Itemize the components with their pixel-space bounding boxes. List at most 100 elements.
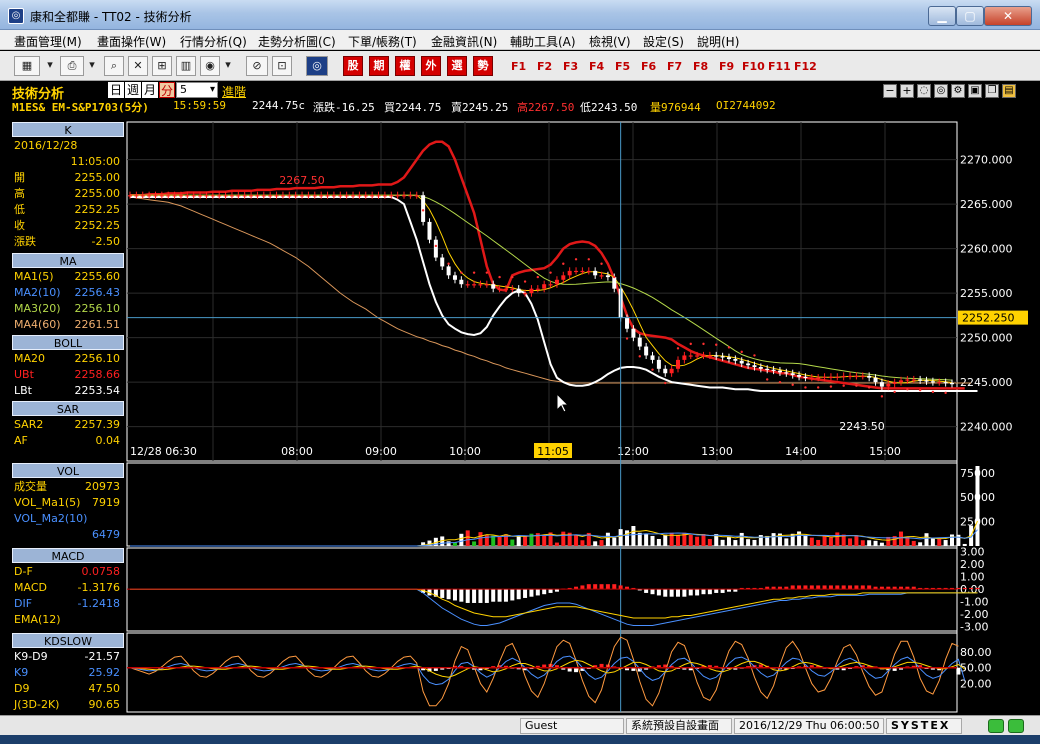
macd-tick-label: -2.00 [960,608,988,621]
macd-hist-bar [797,585,802,590]
candle-body [261,195,266,197]
sar-dot [460,271,463,274]
candle-body [586,270,591,273]
candle-body [357,195,362,197]
candle-body [580,270,585,273]
candle-body [312,195,317,197]
sar-dot [766,378,769,381]
pane-frame [126,632,958,713]
sar-dot [753,354,756,357]
candle-body [147,195,152,197]
candle-body [746,363,751,366]
time-tick-label: 14:00 [785,445,817,458]
sar-dot [536,275,540,279]
macd-hist-bar [848,585,853,590]
status-datetime: 2016/12/29 Thu 06:00:50 [734,718,884,734]
candle-body [644,346,649,356]
volume-bar [605,532,610,546]
macd-tick-label: 0.00 [960,583,985,596]
candle-body [236,195,241,197]
candle-body [554,279,559,285]
candle-body [427,221,432,240]
price-tick-label: 2250.000 [960,332,1013,345]
volume-bar [828,537,833,546]
macd-hist-bar [663,589,668,597]
candle-body [656,359,661,369]
candle-body [637,337,642,347]
macd-hist-bar [548,589,553,593]
candle-body [797,375,802,377]
j-line [129,636,959,707]
candle-body [892,382,897,384]
macd-hist-bar [529,589,534,597]
volume-bar [523,536,528,546]
candle-body [484,284,489,286]
volume-bar [854,535,859,546]
volume-bar [695,536,700,546]
candle-body [159,195,164,197]
candle-body [567,270,572,276]
macd-hist-bar [809,585,814,590]
candle-body [854,375,859,378]
candle-body [510,288,515,290]
ma20-line [130,194,953,381]
candle-body [930,381,935,383]
volume-bar [848,538,853,546]
sar-dot [511,275,514,279]
candle-body [707,355,712,357]
sar-dot [638,355,641,358]
candle-body [497,288,502,290]
candle-body [382,195,387,197]
volume-bar [950,534,954,546]
time-tick-label: 15:00 [869,445,901,458]
candle-body [363,195,368,197]
volume-bar [924,533,929,546]
volume-bar [656,538,661,546]
candle-body [166,195,171,197]
volume-bar [701,534,706,546]
macd-hist-bar [523,589,528,598]
candle-body [153,195,158,197]
candle-body [848,375,853,378]
sar-dot [740,350,743,354]
candle-body [414,195,419,197]
candle-body [688,355,693,357]
macd-hist-bar [497,589,502,602]
price-tick-label: 2270.000 [960,154,1013,167]
candle-body [223,195,228,197]
volume-bar [625,530,630,546]
chart-area[interactable]: 2270.000 2265.000 2260.000 2255.000 2250.000… [0,0,1040,744]
candle-body [899,380,904,383]
candle-body [765,368,770,370]
volume-bar [733,540,738,546]
macd-hist-bar [720,589,725,593]
macd-hist-bar [484,589,489,603]
macd-hist-bar [682,589,687,597]
sar-dot [613,275,616,279]
os-taskbar [0,735,1040,744]
candle-body [924,380,929,382]
volume-bar [561,531,566,546]
sar-dot [498,275,501,279]
candle-body [803,376,808,378]
status-layout: 系統預設自設畫面 [626,718,732,734]
candle-body [229,195,234,197]
volume-bar [879,542,884,546]
sar-dot [842,384,845,387]
macd-hist-bar [542,589,547,595]
candle-body [185,195,190,197]
volume-bar [720,539,725,546]
macd-hist-bar [580,585,585,590]
macd-hist-bar [491,589,496,602]
macd-hist-bar [618,585,623,590]
candle-body [331,195,336,197]
candle-body [440,257,445,267]
volume-bar [676,534,680,546]
candle-body [720,356,725,358]
candle-body [402,195,406,197]
sar-dot [944,391,947,395]
candle-body [140,195,145,197]
volume-bar [631,526,636,546]
candle-body [516,288,521,294]
candle-body [421,195,426,222]
